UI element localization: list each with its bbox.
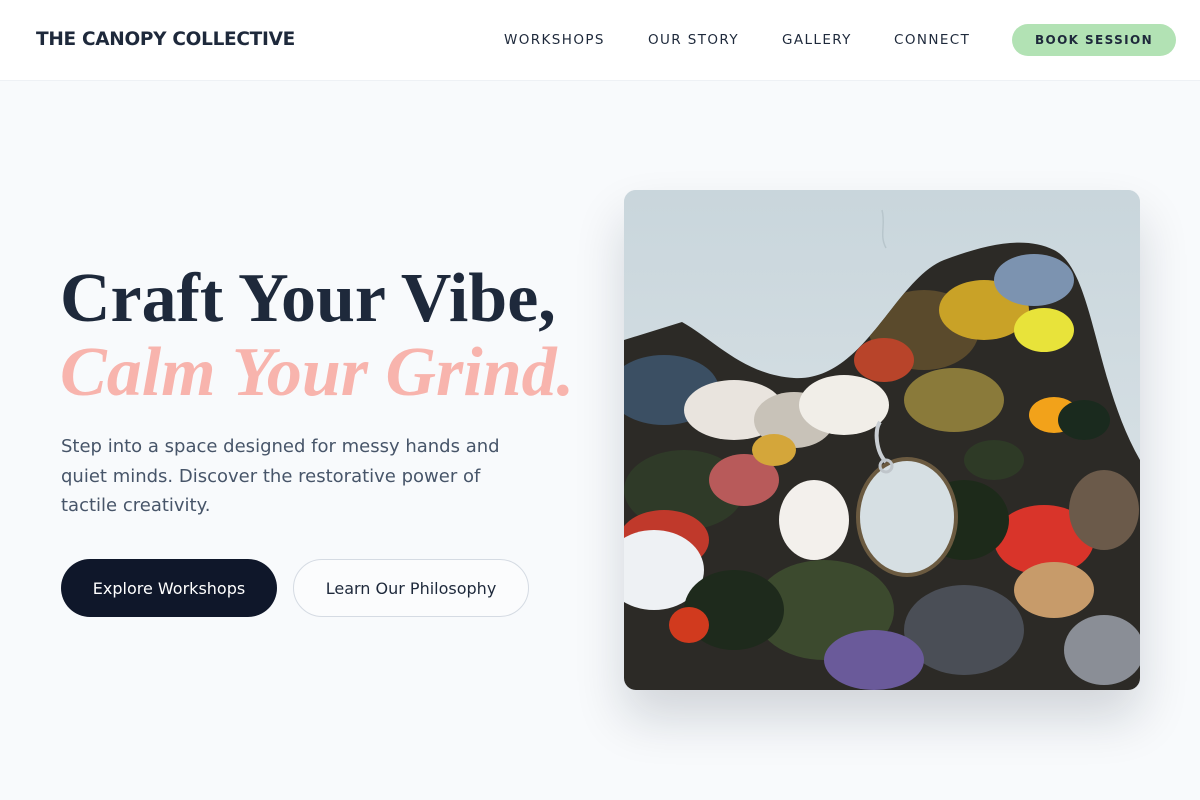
explore-workshops-button[interactable]: Explore Workshops <box>61 559 277 617</box>
nav-link-workshops[interactable]: WORKSHOPS <box>504 32 605 48</box>
hero-headline-line-1: Craft Your Vibe, <box>60 260 556 337</box>
top-navigation-bar: THE CANOPY COLLECTIVE WORKSHOPS OUR STOR… <box>0 0 1200 81</box>
hero-description: Step into a space designed for messy han… <box>61 436 500 516</box>
nav-link-gallery[interactable]: GALLERY <box>782 32 852 48</box>
learn-philosophy-button[interactable]: Learn Our Philosophy <box>293 559 529 617</box>
hero-headline-line-2: Calm Your Grind. <box>60 334 575 411</box>
paint-palette-photo <box>624 190 1140 690</box>
brand-logo-text[interactable]: THE CANOPY COLLECTIVE <box>36 29 295 50</box>
book-session-button[interactable]: BOOK SESSION <box>1012 24 1176 56</box>
nav-link-connect[interactable]: CONNECT <box>894 32 970 48</box>
nav-link-our-story[interactable]: OUR STORY <box>648 32 739 48</box>
